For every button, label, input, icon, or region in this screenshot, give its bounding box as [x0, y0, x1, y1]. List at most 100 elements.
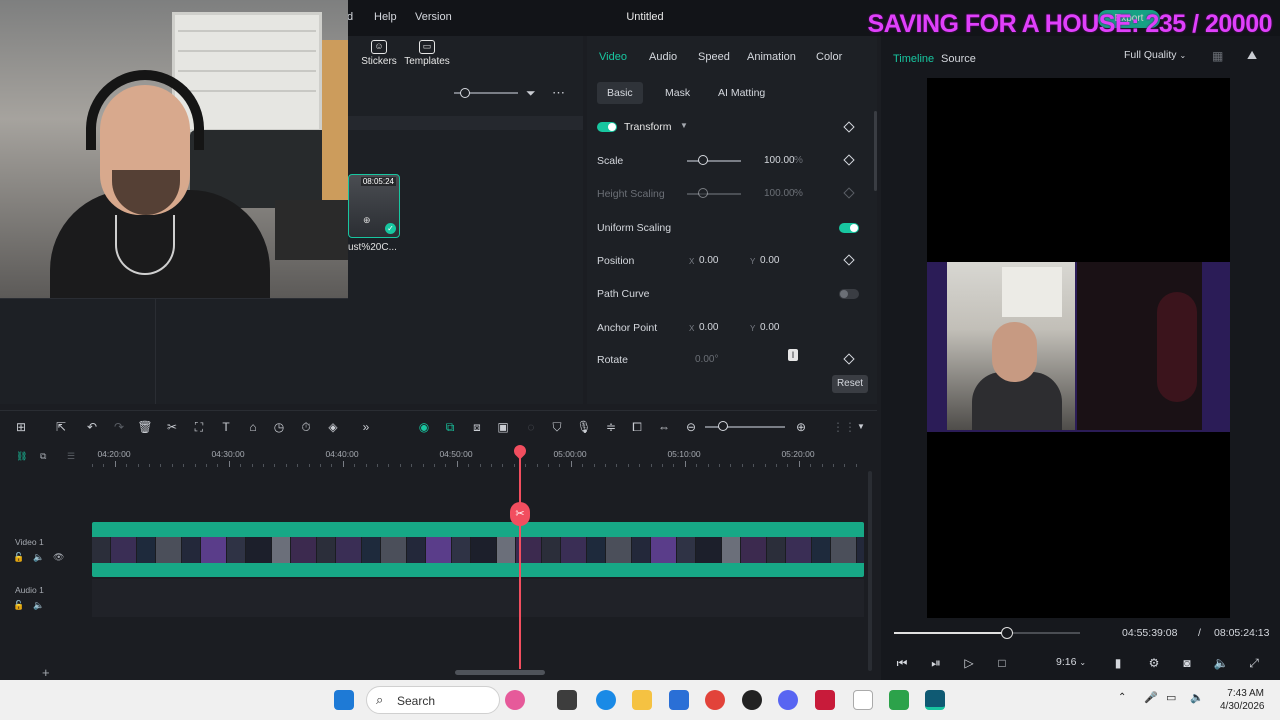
playhead-line[interactable]: [519, 449, 521, 669]
replace-icon[interactable]: ▣: [494, 418, 512, 436]
insert-icon[interactable]: ⧈: [468, 418, 486, 436]
add-track-icon[interactable]: ⧉: [40, 451, 46, 462]
zoom-in-icon[interactable]: ⊕: [792, 418, 810, 436]
zoom-out-icon[interactable]: ⊖: [682, 418, 700, 436]
scale-value[interactable]: 100.00: [764, 155, 795, 166]
marker-icon[interactable]: ⛉: [548, 418, 566, 436]
timeline-settings-icon[interactable]: ⋮⋮: [832, 418, 856, 436]
subtab-ai-matting[interactable]: AI Matting: [708, 82, 775, 104]
anchor-x-input[interactable]: 0.00: [699, 322, 718, 333]
chrome-icon[interactable]: [705, 690, 725, 710]
snap-icon[interactable]: ⧉: [441, 418, 459, 436]
video-clip-filmstrip[interactable]: [92, 537, 864, 563]
link-clip-icon[interactable]: ◌: [522, 418, 540, 436]
preview-tab-source[interactable]: Source: [941, 53, 976, 65]
speed-icon[interactable]: ◷: [270, 418, 288, 436]
discord-icon[interactable]: [778, 690, 798, 710]
audio-track-mute-icon[interactable]: 🔈: [33, 600, 44, 611]
settings-icon[interactable]: ⚙: [1146, 655, 1162, 671]
timeline-zoom-knob[interactable]: [718, 421, 728, 431]
templates-tab[interactable]: ▭ Templates: [401, 40, 453, 67]
stickers-tab[interactable]: ☺ Stickers: [353, 40, 405, 67]
previous-frame-icon[interactable]: ⏮: [894, 655, 910, 671]
obs-icon[interactable]: [742, 690, 762, 710]
rotate-value[interactable]: 0.00°: [695, 354, 718, 365]
audio-mixer-icon[interactable]: ≑: [602, 418, 620, 436]
tab-video[interactable]: Video: [599, 51, 627, 63]
reset-button[interactable]: Reset: [832, 375, 868, 393]
undo-icon[interactable]: ↶: [83, 418, 101, 436]
media-clip-thumbnail[interactable]: 08:05:24 ⊕ ✓: [348, 174, 400, 238]
select-tool-icon[interactable]: ⇱: [52, 418, 70, 436]
stop-icon[interactable]: □: [994, 655, 1010, 671]
tab-audio[interactable]: Audio: [649, 51, 677, 63]
track-lock-icon[interactable]: 🔓: [13, 552, 24, 563]
delete-icon[interactable]: 🗑: [136, 418, 154, 436]
playhead-split-scissor-icon[interactable]: ✂: [510, 502, 530, 526]
render-preview-icon[interactable]: ▮: [1110, 655, 1126, 671]
track-visibility-icon[interactable]: 👁: [53, 552, 64, 563]
camera-icon[interactable]: ◙: [1179, 655, 1195, 671]
scale-slider[interactable]: [687, 160, 741, 162]
timeline-horizontal-scrollbar[interactable]: [455, 670, 545, 675]
chrome-alt-icon[interactable]: [889, 690, 909, 710]
audio-track-lock-icon[interactable]: 🔓: [13, 600, 24, 611]
playback-scrubber-knob[interactable]: [1001, 627, 1013, 639]
media-add-icon[interactable]: ⊕: [363, 215, 371, 226]
keyframe-diamond-icon[interactable]: [843, 121, 855, 133]
more-tools-icon[interactable]: »: [357, 418, 375, 436]
caret-down-icon[interactable]: ▼: [680, 121, 688, 130]
filmora-taskbar-icon[interactable]: [925, 690, 945, 710]
task-view-icon[interactable]: [557, 690, 577, 710]
subtab-mask[interactable]: Mask: [655, 82, 700, 104]
scale-keyframe-icon[interactable]: [843, 154, 855, 166]
scale-slider-knob[interactable]: [698, 155, 708, 165]
caret-down-icon[interactable]: ▼: [852, 418, 870, 436]
preview-canvas[interactable]: [927, 78, 1230, 618]
menu-version[interactable]: Version: [415, 11, 452, 23]
crop-icon[interactable]: ⛶: [190, 418, 208, 436]
properties-scrollbar[interactable]: [874, 111, 877, 191]
fit-timeline-icon[interactable]: ⇔: [655, 418, 673, 436]
file-explorer-icon[interactable]: [632, 690, 652, 710]
store-icon[interactable]: [669, 690, 689, 710]
notepad-icon[interactable]: [853, 690, 873, 710]
timeline-zoom-slider[interactable]: [705, 426, 785, 428]
taskbar-clock[interactable]: 7:43 AM 4/30/2026: [1220, 687, 1265, 713]
audio-track-lane[interactable]: [92, 579, 864, 617]
network-icon[interactable]: ▭: [1166, 691, 1176, 704]
multicam-icon[interactable]: ⧠: [628, 418, 646, 436]
playback-progress-bar[interactable]: [894, 627, 1080, 639]
edge-browser-icon[interactable]: [596, 690, 616, 710]
volume-icon[interactable]: 🔈: [1213, 655, 1229, 671]
ai-tools-icon[interactable]: ⌂: [244, 418, 262, 436]
transform-toggle[interactable]: [597, 122, 617, 132]
filter-icon[interactable]: ⏷: [526, 86, 536, 101]
subtab-basic[interactable]: Basic: [597, 82, 643, 104]
position-y-input[interactable]: 0.00: [760, 255, 779, 266]
text-icon[interactable]: T: [217, 418, 235, 436]
track-layout-icon[interactable]: ☰: [67, 451, 75, 462]
rotate-keyframe-icon[interactable]: [843, 353, 855, 365]
track-mute-icon[interactable]: 🔈: [33, 552, 44, 563]
layout-grid-icon[interactable]: ⊞: [12, 418, 30, 436]
tab-color[interactable]: Color: [816, 51, 842, 63]
media-folder-row[interactable]: [348, 116, 583, 130]
grid-icon[interactable]: ▦: [1212, 49, 1223, 63]
split-icon[interactable]: ✂: [163, 418, 181, 436]
path-curve-toggle[interactable]: [839, 289, 859, 299]
menu-help[interactable]: Help: [374, 11, 397, 23]
add-track-plus-icon[interactable]: +: [42, 665, 50, 680]
more-options-icon[interactable]: ⋯: [552, 85, 566, 101]
quality-dropdown[interactable]: Full Quality ⌄: [1124, 49, 1186, 61]
tray-microphone-icon[interactable]: 🎤: [1144, 691, 1158, 704]
play-reverse-icon[interactable]: ⏯: [928, 655, 944, 671]
tab-speed[interactable]: Speed: [698, 51, 730, 63]
tab-animation[interactable]: Animation: [747, 51, 796, 63]
redo-icon[interactable]: ↷: [110, 418, 128, 436]
auto-ripple-icon[interactable]: ◉: [415, 418, 433, 436]
thumbnail-size-knob[interactable]: [460, 88, 470, 98]
uniform-scaling-toggle[interactable]: [839, 223, 859, 233]
tulips-widget-icon[interactable]: [505, 690, 525, 710]
link-track-icon[interactable]: ⛓: [16, 451, 27, 462]
